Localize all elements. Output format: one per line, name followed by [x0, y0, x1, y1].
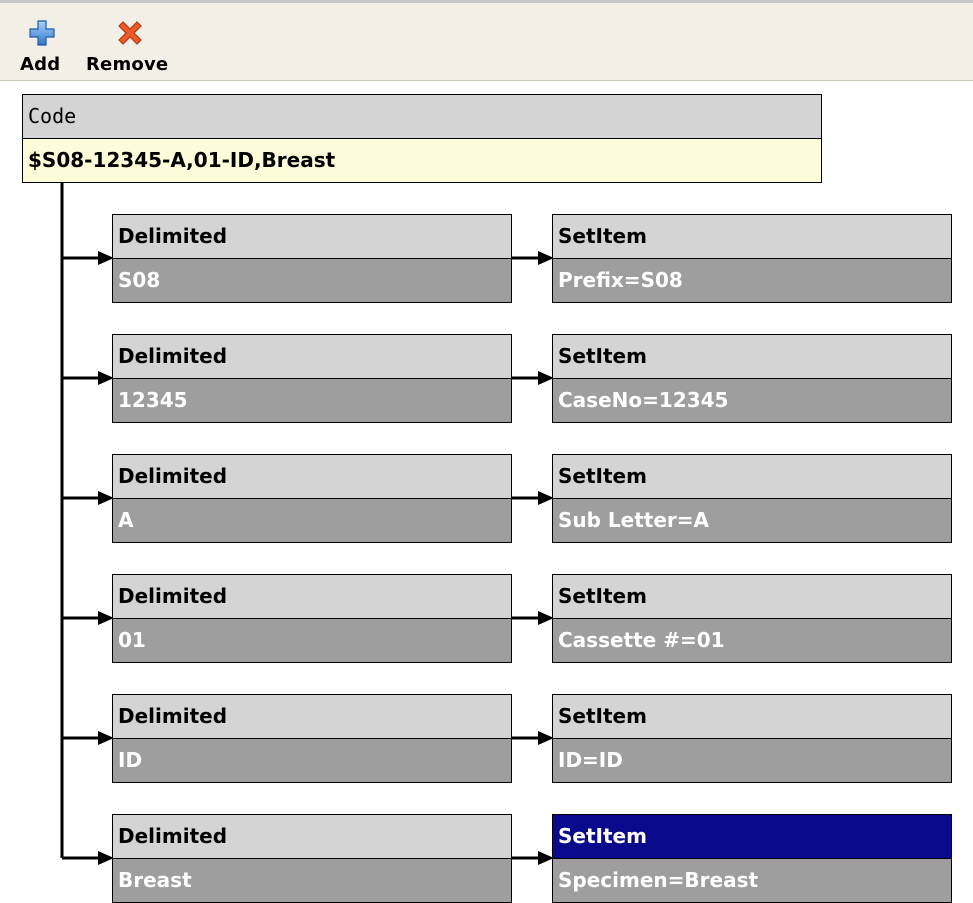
setitem-node[interactable]: SetItem Cassette #=01: [552, 574, 952, 663]
delimited-node-title: Delimited: [113, 815, 511, 859]
setitem-node-value: Specimen=Breast: [553, 859, 951, 902]
delimited-node-title: Delimited: [113, 335, 511, 379]
setitem-node-title: SetItem: [553, 575, 951, 619]
delimited-node[interactable]: Delimited Breast: [112, 814, 512, 903]
setitem-node-title: SetItem: [553, 335, 951, 379]
setitem-node-value: Prefix=S08: [553, 259, 951, 302]
delimited-node[interactable]: Delimited A: [112, 454, 512, 543]
delimited-node-title: Delimited: [113, 695, 511, 739]
delimited-node-value: Breast: [113, 859, 511, 902]
setitem-node[interactable]: SetItem ID=ID: [552, 694, 952, 783]
remove-button[interactable]: Remove: [86, 3, 186, 81]
x-icon: [116, 19, 144, 47]
delimited-node-value: ID: [113, 739, 511, 782]
setitem-node-title: SetItem: [553, 815, 951, 859]
code-node-title: Code: [23, 95, 821, 139]
setitem-node-value: CaseNo=12345: [553, 379, 951, 422]
setitem-node[interactable]: SetItem Prefix=S08: [552, 214, 952, 303]
delimited-node-value: A: [113, 499, 511, 542]
setitem-node-value: Cassette #=01: [553, 619, 951, 662]
setitem-node-title: SetItem: [553, 695, 951, 739]
add-label: Add: [20, 54, 61, 75]
plus-icon: [28, 19, 56, 47]
delimited-node-title: Delimited: [113, 575, 511, 619]
delimited-node[interactable]: Delimited S08: [112, 214, 512, 303]
setitem-node[interactable]: SetItem CaseNo=12345: [552, 334, 952, 423]
delimited-node-value: 01: [113, 619, 511, 662]
delimited-node[interactable]: Delimited 01: [112, 574, 512, 663]
delimited-node-value: 12345: [113, 379, 511, 422]
delimited-node-value: S08: [113, 259, 511, 302]
setitem-node-value: ID=ID: [553, 739, 951, 782]
add-button[interactable]: Add: [20, 3, 70, 81]
flow-canvas: Code $S08-12345-A,01-ID,Breast Delimited…: [0, 81, 973, 903]
delimited-node-title: Delimited: [113, 215, 511, 259]
delimited-node-title: Delimited: [113, 455, 511, 499]
setitem-node[interactable]: SetItem Sub Letter=A: [552, 454, 952, 543]
delimited-node[interactable]: Delimited 12345: [112, 334, 512, 423]
code-node[interactable]: Code $S08-12345-A,01-ID,Breast: [22, 94, 822, 183]
code-node-value: $S08-12345-A,01-ID,Breast: [23, 139, 821, 182]
remove-label: Remove: [86, 54, 169, 75]
delimited-node[interactable]: Delimited ID: [112, 694, 512, 783]
setitem-node[interactable]: SetItem Specimen=Breast: [552, 814, 952, 903]
setitem-node-title: SetItem: [553, 215, 951, 259]
toolbar: Add Remove: [0, 0, 973, 81]
setitem-node-value: Sub Letter=A: [553, 499, 951, 542]
setitem-node-title: SetItem: [553, 455, 951, 499]
